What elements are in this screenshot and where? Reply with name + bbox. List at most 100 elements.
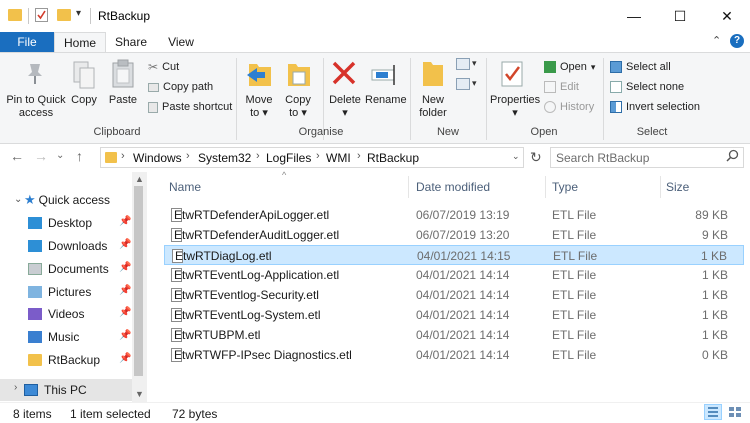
- back-icon[interactable]: ←: [10, 148, 24, 164]
- move-to-button[interactable]: Move to ▾: [241, 94, 277, 120]
- pin-icon: 📌: [119, 353, 132, 364]
- new-group-label: New: [436, 126, 459, 138]
- details-view-icon[interactable]: [704, 404, 722, 420]
- copy-to-label-2: to ▾: [289, 107, 307, 119]
- help-icon[interactable]: ?: [730, 34, 744, 48]
- breadcrumb-separator[interactable]: ›: [357, 150, 361, 162]
- rename-icon: [370, 64, 398, 89]
- easy-access-icon[interactable]: [456, 78, 470, 90]
- breadcrumb-separator[interactable]: ›: [186, 150, 190, 162]
- paste-shortcut-icon: [148, 101, 158, 113]
- file-name: EtwRTUBPM.etl: [174, 328, 261, 342]
- address-dropdown-icon[interactable]: ⌄: [512, 151, 520, 162]
- delete-icon: [331, 60, 357, 89]
- file-date: 06/07/2019 13:20: [416, 228, 510, 242]
- scroll-down-icon[interactable]: ▼: [135, 389, 144, 399]
- refresh-icon[interactable]: ↻: [530, 149, 542, 166]
- easy-access-dropdown-icon[interactable]: ▾: [472, 78, 477, 89]
- close-button[interactable]: ✕: [704, 0, 750, 32]
- select-none-button[interactable]: Select none: [610, 78, 684, 96]
- history-button[interactable]: History: [544, 98, 594, 116]
- move-to-label-1: Move: [245, 94, 273, 106]
- file-size: 1 KB: [701, 308, 728, 322]
- copy-button[interactable]: Copy: [68, 94, 100, 107]
- breadcrumb-wmi[interactable]: WMI: [326, 151, 351, 165]
- paste-shortcut-button[interactable]: Paste shortcut: [148, 98, 232, 116]
- nav-label-music: Music: [48, 330, 80, 344]
- search-icon[interactable]: [726, 149, 739, 165]
- tab-view[interactable]: View: [158, 32, 204, 52]
- new-folder-quick-icon[interactable]: [57, 9, 71, 21]
- column-header-type[interactable]: Type: [552, 180, 578, 194]
- file-row[interactable]: EtwRTUBPM.etl 04/01/2021 14:14 ETL File 1 K…: [164, 325, 744, 345]
- minimize-button[interactable]: —: [611, 0, 657, 32]
- invert-selection-button[interactable]: Invert selection: [610, 98, 700, 116]
- new-item-icon[interactable]: [456, 58, 470, 70]
- large-icons-view-icon[interactable]: [726, 404, 744, 420]
- documents-icon: [28, 263, 42, 275]
- tab-share[interactable]: Share: [109, 32, 153, 52]
- new-folder-icon: [420, 58, 446, 93]
- history-icon: [544, 101, 556, 113]
- maximize-button[interactable]: ☐: [657, 0, 703, 32]
- file-row[interactable]: EtwRTWFP-IPsec Diagnostics.etl 04/01/2021…: [164, 345, 744, 365]
- copy-to-button[interactable]: Copy to ▾: [280, 94, 316, 120]
- column-header-size[interactable]: Size: [666, 180, 689, 194]
- breadcrumb-rtbackup[interactable]: RtBackup: [367, 151, 419, 165]
- file-row[interactable]: EtwRTEventLog-System.etl 04/01/2021 14:14…: [164, 305, 744, 325]
- column-divider[interactable]: [408, 176, 409, 198]
- music-icon: [28, 331, 42, 343]
- tab-home[interactable]: Home: [54, 32, 106, 52]
- select-all-button[interactable]: Select all: [610, 58, 671, 76]
- up-icon[interactable]: ↑: [76, 148, 83, 164]
- group-divider: [236, 58, 237, 140]
- breadcrumb-separator[interactable]: ›: [316, 150, 320, 162]
- file-row[interactable]: EtwRTDefenderAuditLogger.etl 06/07/2019 1…: [164, 225, 744, 245]
- breadcrumb-logfiles[interactable]: LogFiles: [266, 151, 311, 165]
- edit-icon: [544, 81, 556, 93]
- copy-path-button[interactable]: Copy path: [148, 78, 213, 96]
- file-row[interactable]: EtwRTDiagLog.etl 04/01/2021 14:15 ETL File…: [164, 245, 744, 265]
- file-name: EtwRTDefenderApiLogger.etl: [174, 208, 330, 222]
- nav-label-pictures: Pictures: [48, 285, 92, 299]
- column-divider[interactable]: [545, 176, 546, 198]
- recent-locations-icon[interactable]: ⌄: [56, 150, 64, 161]
- forward-icon[interactable]: →: [34, 148, 48, 164]
- breadcrumb-windows[interactable]: Windows: [133, 151, 182, 165]
- breadcrumb-separator[interactable]: ›: [256, 150, 260, 162]
- history-label: History: [560, 101, 595, 113]
- edit-label: Edit: [560, 81, 579, 93]
- file-row[interactable]: EtwRTDefenderApiLogger.etl 06/07/2019 13:…: [164, 205, 744, 225]
- pin-to-quick-access-button[interactable]: Pin to Quick access: [5, 94, 67, 120]
- expand-quick-access-icon[interactable]: ⌄: [14, 194, 22, 205]
- paste-icon: [111, 59, 135, 92]
- new-folder-button[interactable]: New folder: [414, 94, 452, 120]
- new-item-dropdown-icon[interactable]: ▾: [472, 58, 477, 69]
- status-size: 72 bytes: [172, 407, 218, 421]
- file-row[interactable]: EtwRTEventLog-Application.etl 04/01/2021 …: [164, 265, 744, 285]
- breadcrumb-system32[interactable]: System32: [198, 151, 251, 165]
- column-header-date[interactable]: Date modified: [416, 180, 490, 194]
- address-folder-icon: [105, 152, 117, 163]
- tab-file[interactable]: File: [0, 32, 54, 52]
- breadcrumb-separator[interactable]: ›: [121, 150, 125, 162]
- properties-check-icon[interactable]: [35, 8, 48, 22]
- file-row[interactable]: EtwRTEventlog-Security.etl 04/01/2021 14:…: [164, 285, 744, 305]
- customize-qat-icon[interactable]: ▾: [76, 8, 81, 19]
- delete-button[interactable]: Delete ▾: [326, 94, 364, 120]
- properties-button[interactable]: Properties ▾: [490, 94, 540, 120]
- open-button[interactable]: Open ▾: [544, 58, 595, 76]
- column-divider[interactable]: [660, 176, 661, 198]
- rename-button[interactable]: Rename: [365, 94, 407, 107]
- scroll-up-icon[interactable]: ▲: [135, 174, 144, 184]
- file-date: 04/01/2021 14:14: [416, 288, 510, 302]
- scrollbar-thumb[interactable]: [134, 186, 143, 376]
- expand-this-pc-icon[interactable]: ›: [14, 382, 17, 393]
- column-header-name[interactable]: Name: [169, 180, 201, 194]
- delete-label: Delete: [329, 94, 361, 106]
- paste-button[interactable]: Paste: [106, 94, 140, 107]
- edit-button[interactable]: Edit: [544, 78, 579, 96]
- cut-button[interactable]: ✂ Cut: [148, 58, 179, 76]
- collapse-ribbon-icon[interactable]: ⌃: [712, 34, 721, 47]
- open-icon: [544, 61, 556, 73]
